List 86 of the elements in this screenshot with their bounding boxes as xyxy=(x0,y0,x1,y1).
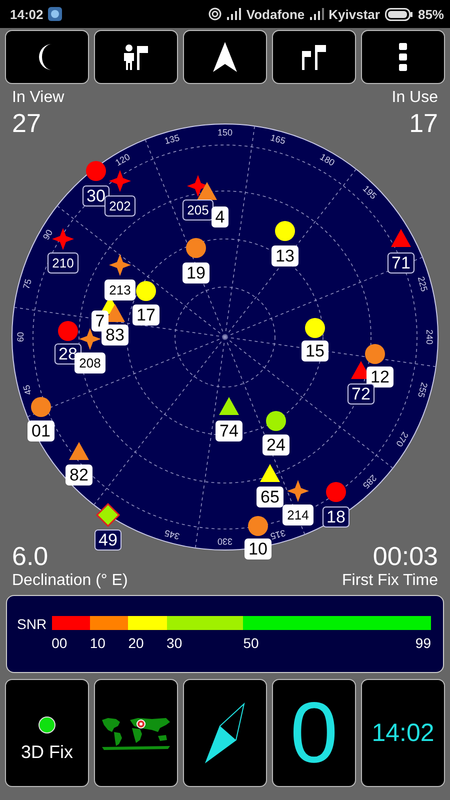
satellite-label: 12 xyxy=(366,366,394,388)
satellite-count-tile[interactable]: 0 xyxy=(272,679,356,787)
in-use-count: 17 xyxy=(409,108,438,138)
satellite-label: 24 xyxy=(262,434,290,456)
azimuth-label: 330 xyxy=(217,536,233,547)
two-flags-icon xyxy=(300,43,328,71)
snr-tick-label: 10 xyxy=(90,635,106,651)
azimuth-label: 225 xyxy=(416,275,430,293)
satellite-label: 10 xyxy=(244,538,272,560)
carrier-name: Vodafone xyxy=(246,6,305,22)
satellite-label: 205 xyxy=(182,200,214,220)
declination-value: 6.0 xyxy=(12,541,50,571)
satellite-label: 202 xyxy=(104,196,136,216)
satellite-label: 30 xyxy=(82,186,110,206)
satellite-label: 13 xyxy=(272,246,298,266)
signal-icon xyxy=(310,8,324,20)
person-with-flag-icon xyxy=(122,43,150,71)
navigation-arrow-icon xyxy=(213,42,237,72)
night-mode-button[interactable] xyxy=(5,30,89,84)
azimuth-label: 285 xyxy=(360,472,379,491)
azimuth-label: 165 xyxy=(269,132,287,146)
azimuth-label: 195 xyxy=(360,183,379,202)
satellite-label: 83 xyxy=(102,324,128,346)
satellite-label: 65 xyxy=(256,486,284,508)
satellite-label: 01 xyxy=(28,420,54,442)
app-icon xyxy=(48,7,62,21)
satellite-label: 72 xyxy=(348,384,374,404)
declination-label: Declination (° E) xyxy=(12,571,128,591)
in-view-label: In View xyxy=(12,88,64,108)
azimuth-label: 60 xyxy=(15,332,26,342)
satellite-count: 0 xyxy=(290,688,338,778)
satellite-label: 19 xyxy=(182,262,210,284)
satellite-label: 17 xyxy=(132,304,160,326)
azimuth-label: 45 xyxy=(21,384,34,396)
compass-needle-icon xyxy=(204,702,246,764)
azimuth-label: 345 xyxy=(163,528,181,542)
satellite-label: 208 xyxy=(74,352,106,374)
snr-tick-label: 00 xyxy=(52,635,68,651)
status-time: 14:02 xyxy=(10,6,44,22)
first-fix-time: 00:03 xyxy=(372,541,438,571)
satellite-label: 71 xyxy=(388,252,414,274)
azimuth-label: 135 xyxy=(163,132,181,146)
battery-percent: 85% xyxy=(418,6,444,22)
in-use-label: In Use xyxy=(392,88,438,108)
azimuth-label: 120 xyxy=(114,152,132,168)
signal-icon xyxy=(227,8,242,20)
world-map-icon xyxy=(100,716,172,750)
more-icon xyxy=(399,43,407,71)
battery-icon xyxy=(384,8,413,20)
azimuth-label: 315 xyxy=(269,528,287,542)
satellite-label: 18 xyxy=(322,506,350,528)
menu-button[interactable] xyxy=(361,30,445,84)
carrier-name: Kyivstar xyxy=(328,6,380,22)
clock-tile[interactable]: 14:02 xyxy=(361,679,445,787)
snr-tick-label: 30 xyxy=(166,635,182,651)
in-view-count: 27 xyxy=(12,108,42,138)
hotspot-icon xyxy=(208,7,222,21)
satellite-label: 4 xyxy=(212,206,228,228)
clock-time: 14:02 xyxy=(372,718,434,748)
flags-button[interactable] xyxy=(272,30,356,84)
satellite-label: 214 xyxy=(282,504,314,526)
fix-dot-icon xyxy=(38,716,56,734)
compass-tile[interactable] xyxy=(183,679,267,787)
snr-tick-label: 50 xyxy=(243,635,259,651)
first-fix-label: First Fix Time xyxy=(342,571,438,591)
satellite-label: 82 xyxy=(66,464,92,486)
map-tile[interactable] xyxy=(94,679,178,787)
snr-tick-label: 20 xyxy=(128,635,144,651)
azimuth-label: 90 xyxy=(40,228,55,242)
satellite-label: 74 xyxy=(216,420,242,442)
fix-status: 3D Fix xyxy=(20,742,73,762)
azimuth-label: 240 xyxy=(424,329,435,345)
navigation-button[interactable] xyxy=(183,30,267,84)
azimuth-label: 180 xyxy=(318,152,336,168)
snr-label: SNR xyxy=(17,616,47,634)
azimuth-label: 270 xyxy=(394,430,410,448)
satellite-label: 210 xyxy=(48,252,78,274)
satellite-label: 213 xyxy=(104,280,136,300)
fix-status-tile[interactable]: 3D Fix xyxy=(5,679,89,787)
azimuth-label: 255 xyxy=(416,381,430,399)
satellite-label: 49 xyxy=(94,530,122,550)
snr-tick-label: 99 xyxy=(414,635,431,651)
person-flag-button[interactable] xyxy=(94,30,178,84)
satellite-label: 15 xyxy=(302,340,328,362)
azimuth-label: 75 xyxy=(21,278,34,290)
azimuth-label: 150 xyxy=(217,127,233,138)
